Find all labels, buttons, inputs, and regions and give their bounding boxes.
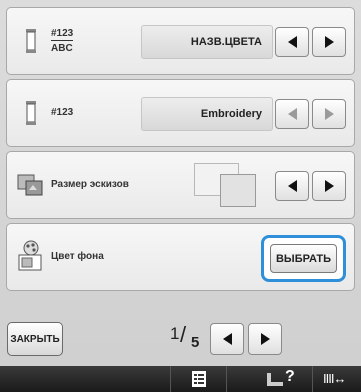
bottom-status-bar: ? IIII↔: [0, 366, 361, 392]
machine-icon: [267, 373, 283, 386]
list-icon: [192, 371, 206, 387]
spool-icon: [26, 101, 36, 125]
spool-icon: [26, 29, 36, 53]
name-format-prev-button[interactable]: [275, 27, 309, 57]
right-arrow-icon: [324, 180, 334, 192]
number-format-prev-button[interactable]: [275, 99, 309, 129]
thumbnail-size-next-button[interactable]: [312, 171, 346, 201]
number-format-label: #123: [51, 107, 74, 118]
page-slash: /: [180, 322, 187, 347]
background-color-label: Цвет фона: [51, 251, 104, 262]
left-arrow-icon: [287, 36, 297, 48]
settings-row-name-format: #123 ABC НАЗВ.ЦВЕТА: [6, 7, 355, 75]
close-button[interactable]: ЗАКРЫТЬ: [7, 322, 63, 356]
right-arrow-icon: [324, 108, 334, 120]
number-format-next-button[interactable]: [312, 99, 346, 129]
left-arrow-icon: [287, 108, 297, 120]
page-next-button[interactable]: [248, 323, 282, 355]
name-format-next-button[interactable]: [312, 27, 346, 57]
name-format-value: НАЗВ.ЦВЕТА: [141, 25, 273, 59]
settings-screen: #123 ABC НАЗВ.ЦВЕТА #123 Embroidery Разм…: [0, 0, 361, 392]
help-icon: ?: [285, 368, 295, 385]
number-format-value: Embroidery: [141, 97, 273, 131]
settings-row-number-format: #123 Embroidery: [6, 79, 355, 147]
thumbnail-size-label: Размер эскизов: [51, 179, 129, 190]
page-total: 5: [191, 334, 200, 351]
thumbnail-size-prev-button[interactable]: [275, 171, 309, 201]
select-background-color-button[interactable]: ВЫБРАТЬ: [270, 244, 337, 273]
list-view-button[interactable]: [170, 366, 226, 392]
help-button[interactable]: ?: [226, 366, 312, 392]
select-button-highlight: ВЫБРАТЬ: [261, 235, 346, 282]
right-arrow-icon: [324, 36, 334, 48]
settings-row-thumbnail-size: Размер эскизов: [6, 151, 355, 219]
left-arrow-icon: [287, 180, 297, 192]
page-current: 1: [170, 324, 180, 343]
name-format-bottom: ABC: [51, 40, 74, 55]
relation-button[interactable]: IIII↔: [312, 366, 361, 392]
relation-arrows-icon: IIII↔: [323, 371, 346, 386]
right-arrow-icon: [260, 333, 270, 345]
settings-row-background-color: Цвет фона ВЫБРАТЬ: [6, 223, 355, 291]
name-format-top: #123: [51, 28, 74, 39]
thumbnail-size-preview: [194, 163, 256, 207]
left-arrow-icon: [222, 333, 232, 345]
background-color-icon: [18, 240, 42, 271]
name-format-label: #123 ABC: [51, 27, 74, 55]
page-indicator: 1 / 5: [167, 322, 207, 356]
thumbnail-size-icon: [17, 174, 43, 196]
page-prev-button[interactable]: [210, 323, 244, 355]
